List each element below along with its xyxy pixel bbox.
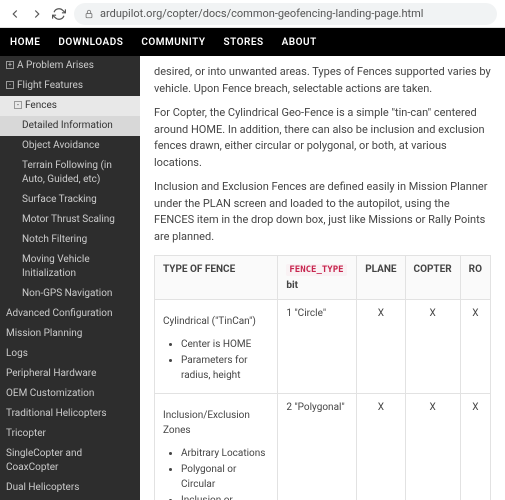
sidebar-label: Advanced Configuration (6, 307, 113, 321)
sidebar-item[interactable]: Detailed Information (0, 116, 140, 136)
sidebar-item[interactable]: Advanced Configuration (0, 304, 140, 324)
sidebar-item[interactable]: Logs (0, 344, 140, 364)
sidebar-label: Detailed Information (22, 119, 113, 133)
sidebar-item[interactable]: Mission Planning (0, 324, 140, 344)
reload-icon[interactable] (52, 7, 66, 21)
sidebar-label: Traditional Helicopters (6, 407, 107, 421)
sidebar-item[interactable]: Peripheral Hardware (0, 364, 140, 384)
table-row: Cylindrical ("TinCan") Center is HOMEPara… (155, 299, 491, 393)
paragraph: For Copter, the Cylindrical Geo-Fence is… (154, 105, 491, 171)
sidebar-item[interactable]: +A Problem Arises (0, 56, 140, 76)
sidebar-item[interactable]: Tricopter (0, 424, 140, 444)
sidebar-item[interactable]: Motor Thrust Scaling (0, 210, 140, 230)
list-item: Center is HOME (181, 337, 269, 352)
cell: X (357, 393, 405, 500)
sidebar-label: Object Avoidance (22, 139, 100, 153)
url-text: ardupilot.org/copter/docs/common-geofenc… (100, 7, 423, 20)
sidebar-label: Tricopter (6, 427, 46, 441)
cell: X (460, 299, 490, 393)
cell: X (405, 393, 460, 500)
nav-about[interactable]: ABOUT (282, 37, 317, 48)
sidebar-label: Flight Features (17, 79, 83, 93)
sidebar-label: Fences (25, 99, 57, 113)
sidebar-item[interactable]: -Flight Features (0, 76, 140, 96)
sidebar-item[interactable]: OEM Customization (0, 384, 140, 404)
expand-icon[interactable]: + (6, 61, 14, 69)
list-item: Polygonal or Circular (181, 462, 269, 492)
sidebar-label: Logs (6, 347, 28, 361)
fence-title: Cylindrical ("TinCan") (163, 314, 269, 329)
forward-icon[interactable] (30, 7, 44, 21)
nav-community[interactable]: COMMUNITY (141, 37, 205, 48)
sidebar-item[interactable]: Moving Vehicle Initialization (0, 250, 140, 284)
sidebar-label: Motor Thrust Scaling (22, 213, 115, 227)
fence-table: TYPE OF FENCE FENCE_TYPE bit PLANE COPTE… (154, 255, 491, 500)
sidebar-item[interactable]: Notch Filtering (0, 230, 140, 250)
sidebar-label: Non-GPS Navigation (22, 287, 112, 301)
sidebar-label: Notch Filtering (22, 233, 87, 247)
sidebar[interactable]: +A Problem Arises-Flight Features-Fences… (0, 56, 140, 500)
th-copter: COPTER (405, 256, 460, 300)
expand-icon[interactable]: - (6, 81, 14, 89)
browser-toolbar: ardupilot.org/copter/docs/common-geofenc… (0, 0, 505, 28)
sidebar-item[interactable]: Surface Tracking (0, 190, 140, 210)
th-type: TYPE OF FENCE (155, 256, 278, 300)
paragraph: Inclusion and Exclusion Fences are defin… (154, 179, 491, 245)
paragraph: desired, or into unwanted areas. Types o… (154, 64, 491, 97)
back-icon[interactable] (8, 7, 22, 21)
th-bit: FENCE_TYPE bit (278, 256, 357, 300)
url-bar[interactable]: ardupilot.org/copter/docs/common-geofenc… (74, 3, 497, 25)
sidebar-label: Terrain Following (in Auto, Guided, etc) (22, 159, 134, 187)
sidebar-label: Mission Planning (6, 327, 82, 341)
sidebar-item[interactable]: SingleCopter and CoaxCopter (0, 444, 140, 478)
sidebar-item[interactable]: Non-GPS Navigation (0, 284, 140, 304)
sidebar-label: Dual Helicopters (6, 481, 79, 495)
sidebar-item[interactable]: Dual Helicopters (0, 478, 140, 498)
nav-downloads[interactable]: DOWNLOADS (58, 37, 123, 48)
cell: X (405, 299, 460, 393)
fence-title: Inclusion/Exclusion Zones (163, 408, 269, 438)
list-item: Inclusion or Exclusion (181, 493, 269, 500)
cell: 1 "Circle" (278, 299, 357, 393)
cell: X (357, 299, 405, 393)
expand-icon[interactable]: - (14, 101, 22, 109)
nav-home[interactable]: HOME (10, 37, 40, 48)
table-row: Inclusion/Exclusion Zones Arbitrary Locat… (155, 393, 491, 500)
list-item: Arbitrary Locations (181, 446, 269, 461)
th-plane: PLANE (357, 256, 405, 300)
th-rover: RO (460, 256, 490, 300)
sidebar-item[interactable]: -Fences (0, 96, 140, 116)
sidebar-label: OEM Customization (6, 387, 94, 401)
lock-icon (84, 9, 94, 19)
sidebar-item[interactable]: Traditional Helicopters (0, 404, 140, 424)
sidebar-item[interactable]: Terrain Following (in Auto, Guided, etc) (0, 156, 140, 190)
main-content[interactable]: desired, or into unwanted areas. Types o… (140, 56, 505, 500)
sidebar-label: SingleCopter and CoaxCopter (6, 447, 134, 475)
cell: 2 "Polygonal" (278, 393, 357, 500)
top-nav: HOME DOWNLOADS COMMUNITY STORES ABOUT (0, 28, 505, 56)
sidebar-label: A Problem Arises (17, 59, 94, 73)
sidebar-label: Peripheral Hardware (6, 367, 96, 381)
sidebar-label: Surface Tracking (22, 193, 97, 207)
sidebar-label: Moving Vehicle Initialization (22, 253, 134, 281)
cell: X (460, 393, 490, 500)
sidebar-item[interactable]: Object Avoidance (0, 136, 140, 156)
nav-stores[interactable]: STORES (224, 37, 264, 48)
list-item: Parameters for radius, height (181, 353, 269, 383)
